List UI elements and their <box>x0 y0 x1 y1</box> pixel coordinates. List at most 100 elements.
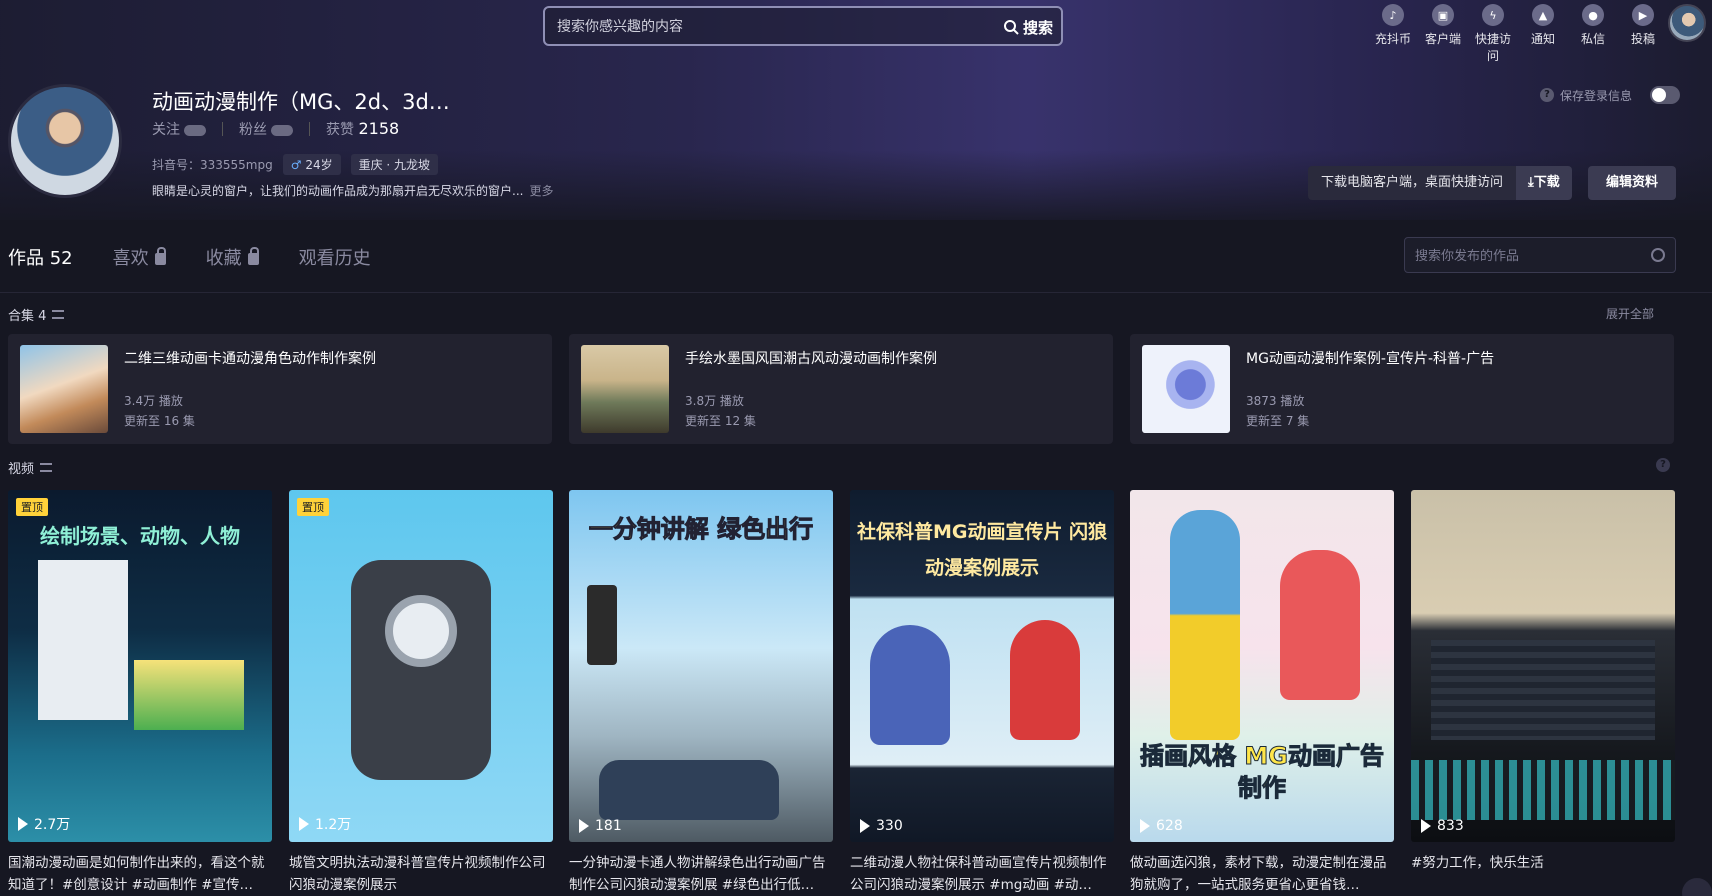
person-graphic <box>1010 620 1080 740</box>
collection-updated: 更新至 7 集 <box>1246 414 1310 428</box>
fans-count-hidden <box>271 124 293 136</box>
tab-likes-label: 喜欢 <box>112 248 149 269</box>
collection-card[interactable]: MG动画动漫制作案例-宣传片-科普-广告 3873 播放 更新至 7 集 <box>1130 334 1674 444</box>
video-caption[interactable]: 城管文明执法动漫科普宣传片视频制作公司闪狼动漫案例展示 <box>289 852 553 896</box>
nav-messages-label: 私信 <box>1580 32 1605 46</box>
play-icon <box>1140 819 1150 833</box>
collection-title: 手绘水墨国风国潮古风动漫动画制作案例 <box>685 351 937 367</box>
video-thumbnail: 插画风格 MG动画广告制作 628 <box>1130 490 1394 842</box>
collections-header: 合集 4 <box>8 305 65 324</box>
video-caption[interactable]: 二维动漫人物社保科普动画宣传片视频制作公司闪狼动漫案例展示 #mg动画 #动… <box>850 852 1114 896</box>
video-thumbnail: 一分钟讲解 绿色出行 181 <box>569 490 833 842</box>
video-caption[interactable]: 做动画选闪狼，素材下载，动漫定制在漫品狗就购了，一站式服务更省心更省钱… <box>1130 852 1394 896</box>
tab-history[interactable]: 观看历史 <box>299 244 371 270</box>
bio-more-link[interactable]: 更多 <box>529 184 553 198</box>
nav-client[interactable]: ▣ 客户端 <box>1422 4 1464 64</box>
video-overlay-title: 插画风格 MG动画广告制作 <box>1140 742 1385 803</box>
video-card[interactable]: 插画风格 MG动画广告制作 628 做动画选闪狼，素材下载，动漫定制在漫品狗就购… <box>1130 490 1394 896</box>
video-card[interactable]: 一分钟讲解 绿色出行 181 一分钟动漫卡通人物讲解绿色出行动画广告制作公司闪狼… <box>569 490 833 896</box>
video-card[interactable]: 833 #努力工作，快乐生活 <box>1411 490 1675 896</box>
tab-works[interactable]: 作品 52 <box>8 244 73 270</box>
video-caption[interactable]: 国潮动漫动画是如何制作出来的，看这个就知道了！#创意设计 #动画制作 #宣传… <box>8 852 272 896</box>
fans-label: 粉丝 <box>239 122 267 138</box>
douyin-id: 抖音号：333555mpg <box>152 158 273 172</box>
video-card[interactable]: 社保科普MG动画宣传片 闪狼动漫案例展示 330 二维动漫人物社保科普动画宣传片… <box>850 490 1114 896</box>
bell-icon: ▲ <box>1532 4 1554 26</box>
help-icon[interactable]: ? <box>1656 458 1670 472</box>
play-count-value: 833 <box>1437 818 1464 834</box>
client-icon: ▣ <box>1432 4 1454 26</box>
search-icon[interactable] <box>1651 248 1665 262</box>
save-login-setting: ? 保存登录信息 <box>1540 86 1681 104</box>
play-count: 833 <box>1421 818 1464 834</box>
video-overlay-title: 一分钟讲解 绿色出行 <box>588 515 814 544</box>
video-thumbnail: 置顶 1.2万 <box>289 490 553 842</box>
nav-coin[interactable]: ♪ 充抖币 <box>1372 4 1414 64</box>
fans-stat[interactable]: 粉丝 <box>239 119 293 139</box>
collection-title: 二维三维动画卡通动漫角色动作制作案例 <box>124 351 376 367</box>
video-caption[interactable]: 一分钟动漫卡通人物讲解绿色出行动画广告制作公司闪狼动漫案例展 #绿色出行低… <box>569 852 833 896</box>
tab-likes[interactable]: 喜欢 <box>113 244 166 270</box>
play-count: 628 <box>1140 818 1183 834</box>
follow-stat[interactable]: 关注 <box>152 119 206 139</box>
bio-text: 眼睛是心灵的窗户，让我们的动画作品成为那扇开启无尽欢乐的窗户... <box>152 184 524 198</box>
edit-profile-button[interactable]: 编辑资料 <box>1588 166 1677 200</box>
download-client-group: 下载电脑客户端，桌面快捷访问 ⤓下载 <box>1308 166 1572 200</box>
search-button[interactable]: 搜索 <box>1003 15 1053 39</box>
filter-icon[interactable] <box>52 310 65 319</box>
top-search-bar[interactable]: 搜索 <box>543 6 1063 46</box>
play-count-value: 181 <box>595 818 622 834</box>
profile-avatar[interactable] <box>8 84 122 198</box>
video-overlay-title: 社保科普MG动画宣传片 闪狼动漫案例展示 <box>856 521 1108 579</box>
expand-all-link[interactable]: 展开全部 <box>1606 305 1654 322</box>
video-card[interactable]: 置顶 1.2万 城管文明执法动漫科普宣传片视频制作公司闪狼动漫案例展示 <box>289 490 553 896</box>
play-icon <box>1421 819 1431 833</box>
play-icon <box>860 819 870 833</box>
person-graphic <box>1280 550 1360 700</box>
collection-card[interactable]: 二维三维动画卡通动漫角色动作制作案例 3.4万 播放 更新至 16 集 <box>8 334 552 444</box>
collection-card[interactable]: 手绘水墨国风国潮古风动漫动画制作案例 3.8万 播放 更新至 12 集 <box>569 334 1113 444</box>
lock-icon <box>247 247 259 265</box>
nav-quick-access[interactable]: ϟ 快捷访问 <box>1472 4 1514 64</box>
user-avatar[interactable] <box>1668 4 1706 42</box>
nav-upload[interactable]: ▶ 投稿 <box>1622 4 1664 64</box>
help-icon[interactable]: ? <box>1540 88 1554 102</box>
filter-icon[interactable] <box>40 463 53 472</box>
location-tag: 重庆 · 九龙坡 <box>350 154 439 175</box>
download-button[interactable]: ⤓下载 <box>1516 166 1572 200</box>
works-search-box[interactable] <box>1404 237 1676 273</box>
works-search-input[interactable] <box>1415 246 1645 266</box>
save-login-toggle[interactable] <box>1650 86 1681 104</box>
collection-plays: 3873 播放 <box>1246 394 1305 408</box>
collection-thumbnail <box>581 345 669 433</box>
lightning-icon: ϟ <box>1482 4 1504 26</box>
play-count: 1.2万 <box>299 814 351 834</box>
message-icon: ● <box>1582 4 1604 26</box>
tab-favorites[interactable]: 收藏 <box>206 244 259 270</box>
collection-title: MG动画动漫制作案例-宣传片-科普-广告 <box>1246 351 1495 367</box>
profile-tabs: 作品 52 喜欢 收藏 观看历史 <box>8 244 371 270</box>
video-thumbnail: 833 <box>1411 490 1675 842</box>
nav-messages[interactable]: ● 私信 <box>1572 4 1614 64</box>
play-count-value: 628 <box>1156 818 1183 834</box>
nav-notifications[interactable]: ▲ 通知 <box>1522 4 1564 64</box>
collection-updated: 更新至 12 集 <box>685 414 756 428</box>
top-search-input[interactable] <box>557 16 957 38</box>
top-nav: ♪ 充抖币 ▣ 客户端 ϟ 快捷访问 ▲ 通知 ● 私信 ▶ 投稿 <box>1372 4 1664 64</box>
pinned-badge: 置顶 <box>297 498 329 516</box>
videos-header: 视频 <box>8 458 53 477</box>
collection-plays: 3.4万 播放 <box>124 394 183 408</box>
traffic-light-graphic <box>587 585 617 665</box>
play-count: 2.7万 <box>18 814 70 834</box>
file-grid-graphic <box>38 560 128 720</box>
save-login-label: 保存登录信息 <box>1560 88 1633 103</box>
download-client-text: 下载电脑客户端，桌面快捷访问 <box>1308 166 1517 200</box>
keyboard-graphic <box>1411 760 1675 820</box>
video-caption[interactable]: #努力工作，快乐生活 <box>1411 852 1675 896</box>
coin-icon: ♪ <box>1382 4 1404 26</box>
video-card[interactable]: 置顶 绘制场景、动物、人物 2.7万 国潮动漫动画是如何制作出来的，看这个就知道… <box>8 490 272 896</box>
videos-label: 视频 <box>8 462 35 477</box>
floating-action-button[interactable] <box>1682 878 1712 896</box>
play-icon <box>579 819 589 833</box>
nav-quick-access-label: 快捷访问 <box>1474 32 1511 63</box>
